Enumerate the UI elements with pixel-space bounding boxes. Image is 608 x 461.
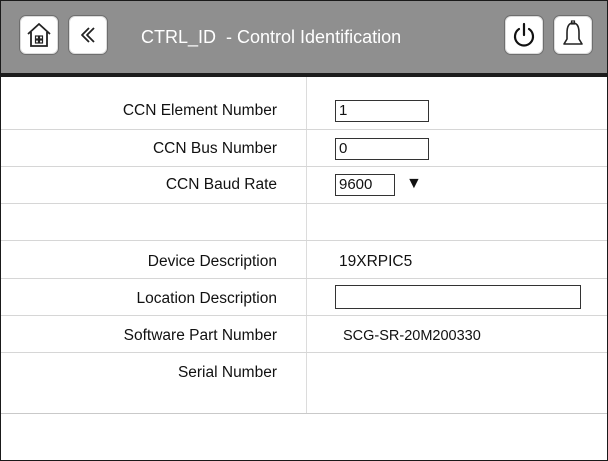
row-divider [1,166,607,167]
row-divider [1,203,607,204]
row-divider [1,352,607,353]
ccn-baud-rate-label: CCN Baud Rate [165,176,277,193]
ccn-element-number-input[interactable]: 1 [335,100,429,122]
dropdown-arrow-icon[interactable]: ▼ [406,173,422,195]
column-divider [306,77,307,413]
settings-panel: CCN Element Number 1 CCN Bus Number 0 CC… [1,77,607,414]
home-icon [25,21,53,49]
device-description-label: Device Description [147,253,277,270]
row-divider [1,240,607,241]
chevron-left-icon [76,23,100,47]
serial-number-label: Serial Number [177,364,277,381]
header-bar: CTRL_ID - Control Identification [1,1,607,77]
bell-icon [559,20,587,50]
location-description-label: Location Description [136,290,277,307]
ccn-bus-number-label: CCN Bus Number [152,140,277,157]
power-button[interactable] [504,15,544,55]
ccn-element-number-label: CCN Element Number [122,102,277,119]
alarm-button[interactable] [553,15,593,55]
software-part-number-label: Software Part Number [123,327,277,344]
row-divider [1,315,607,316]
power-icon [510,21,538,49]
footer-area [1,414,607,460]
home-button[interactable] [19,15,59,55]
device-description-value: 19XRPIC5 [339,253,413,270]
location-description-input[interactable] [335,285,581,309]
back-button[interactable] [68,15,108,55]
software-part-number-value: SCG-SR-20M200330 [343,328,481,344]
ccn-bus-number-input[interactable]: 0 [335,138,429,160]
page-title: CTRL_ID - Control Identification [141,27,402,47]
row-divider [1,278,607,279]
row-divider [1,129,607,130]
app-window: CTRL_ID - Control Identification CCN Ele… [0,0,608,461]
ccn-baud-rate-select[interactable]: 9600 [335,174,395,196]
